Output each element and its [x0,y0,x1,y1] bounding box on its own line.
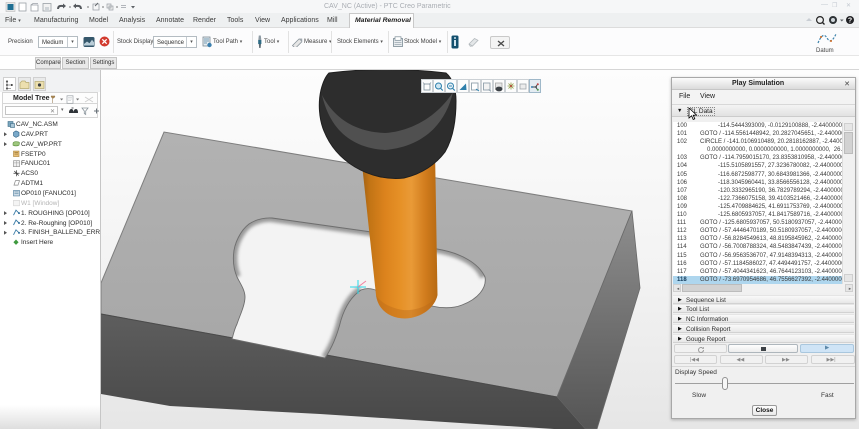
svg-text:?: ? [848,18,852,25]
